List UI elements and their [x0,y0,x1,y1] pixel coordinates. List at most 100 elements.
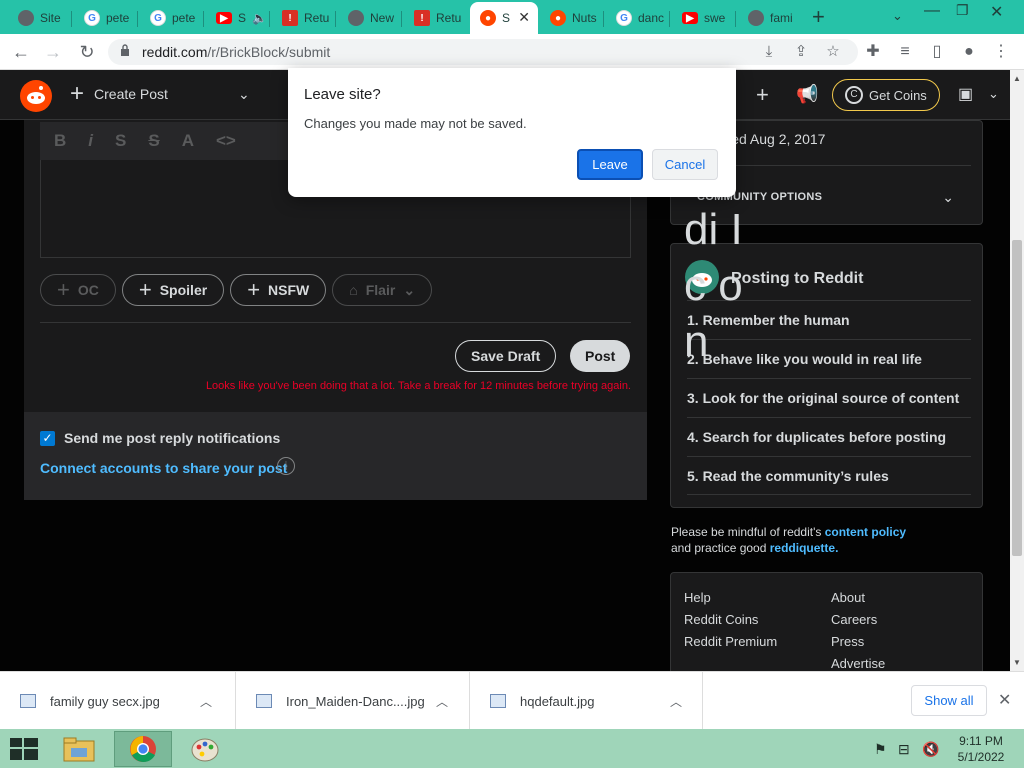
posting-to-reddit-title: Posting to Reddit [731,270,864,287]
tab[interactable]: fami [738,4,802,32]
reddiquette-link[interactable]: reddiquette. [770,541,839,555]
tab[interactable]: ● Nuts [540,4,604,32]
save-draft-button[interactable]: Save Draft [455,340,557,372]
network-icon[interactable]: ⊟ [898,741,910,758]
download-item[interactable]: hqdefault.jpg ︿ [470,672,703,730]
scroll-up-icon[interactable]: ▲ [1013,74,1021,83]
tag-icon: ⌂ [349,282,358,298]
system-clock[interactable]: 9:11 PM 5/1/2022 [955,733,1007,765]
bold-icon[interactable]: B [54,131,66,151]
minimize-icon[interactable]: — [924,2,940,20]
speaker-icon: 🔈 [252,11,267,25]
download-item[interactable]: Iron_Maiden-Danc....jpg ︿ [236,672,470,730]
chevron-up-icon[interactable]: ︿ [436,693,448,710]
return-icon: ! [282,10,298,26]
footer-link[interactable]: Press [831,631,885,653]
install-icon[interactable]: ⤓ [758,41,780,63]
tab[interactable]: ! Retu [272,4,336,32]
chrome-icon [748,10,764,26]
reddit-icon: ● [550,10,566,26]
nsfw-button[interactable]: + NSFW [230,274,327,306]
forward-icon[interactable]: → [42,41,64,63]
info-icon[interactable]: i [277,457,295,475]
get-coins-button[interactable]: C Get Coins [832,79,940,111]
footer-link[interactable]: Careers [831,609,885,631]
cancel-button[interactable]: Cancel [652,149,718,180]
file-explorer-icon[interactable] [50,731,108,767]
close-tab-icon[interactable]: ✕ [518,9,530,26]
page-scrollbar[interactable]: ▲ ▼ [1010,70,1024,671]
reddit-logo-icon[interactable] [20,80,52,112]
scrollbar-thumb[interactable] [1012,240,1022,556]
windows-start-icon[interactable] [10,738,38,760]
chrome-icon [18,10,34,26]
spoiler-button[interactable]: + Spoiler [121,274,225,306]
footer-link[interactable]: Reddit Coins [684,609,777,631]
tab[interactable]: ! Retu [404,4,468,32]
bookmark-star-icon[interactable]: ☆ [822,41,844,63]
back-icon[interactable]: ← [10,41,32,63]
extensions-icon[interactable]: ✚ [862,41,884,63]
strikethrough-icon[interactable]: S [148,131,159,151]
reload-icon[interactable]: ↻ [76,41,98,63]
tab-label: swe [704,11,726,25]
tab-active[interactable]: ● S ✕ [470,2,538,34]
new-tab-icon[interactable]: + [812,4,825,30]
restore-icon[interactable]: ❐ [956,2,969,19]
plus-icon: + [138,277,152,302]
close-icon[interactable]: ✕ [998,690,1011,710]
rule-item: 5. Read the community’s rules [687,456,971,495]
chevron-down-icon: ⌄ [237,85,250,102]
download-filename: family guy secx.jpg [50,693,160,709]
show-all-button[interactable]: Show all [911,685,987,716]
footer-link[interactable]: About [831,587,885,609]
footer-link[interactable]: Help [684,587,777,609]
tab[interactable]: New [338,4,402,32]
flair-button[interactable]: ⌂ Flair ⌄ [332,274,433,306]
google-icon: G [150,10,166,26]
share-icon[interactable]: ⇪ [790,41,812,63]
tab[interactable]: G danc [606,4,670,32]
leave-button[interactable]: Leave [577,149,643,180]
media-icon[interactable]: ≡ [894,41,916,63]
oc-button[interactable]: + OC [40,274,116,306]
connect-accounts-link[interactable]: Connect accounts to share your post [40,460,287,476]
create-post-dropdown[interactable]: + Create Post ⌄ [70,82,250,106]
divider [40,322,631,323]
advertise-megaphone-icon[interactable]: 📢 [796,84,818,105]
sidepanel-icon[interactable]: ▯ [926,41,948,63]
paint-icon[interactable] [176,731,234,767]
footer-link[interactable]: Reddit Premium [684,631,777,653]
tab[interactable]: ▶ S 🔈 [206,4,270,32]
close-window-icon[interactable]: ✕ [990,2,1003,22]
tab-search-icon[interactable]: ⌄ [892,8,903,24]
link-icon[interactable]: S [115,131,126,151]
menu-icon[interactable]: ⋮ [990,41,1012,63]
tab[interactable]: Site [8,4,72,32]
browser-toolbar: ← → ↻ reddit.com/r/BrickBlock/submit ⤓ ⇪… [0,34,1024,70]
chrome-taskbar-icon[interactable] [114,731,172,767]
superscript-icon[interactable]: A [182,131,194,151]
avatar[interactable]: ▣ [958,84,973,104]
chevron-down-icon[interactable]: ⌄ [942,189,954,206]
tab-label: danc [638,11,665,25]
address-bar[interactable]: reddit.com/r/BrickBlock/submit ⤓ ⇪ ☆ [108,39,858,65]
content-policy-link[interactable]: content policy [825,525,906,539]
code-icon[interactable]: <> [216,131,236,151]
italic-icon[interactable]: i [88,131,93,151]
download-item[interactable]: family guy secx.jpg ︿ [0,672,236,730]
network-error-icon[interactable]: ⚑ [874,741,887,758]
scroll-down-icon[interactable]: ▼ [1013,658,1021,667]
chevron-up-icon[interactable]: ︿ [200,693,212,710]
tab[interactable]: ▶ swe [672,4,736,32]
plus-icon[interactable]: + [756,82,769,108]
profile-icon[interactable]: ● [958,41,980,63]
chevron-up-icon[interactable]: ︿ [670,693,682,710]
post-button[interactable]: Post [570,340,631,372]
tab[interactable]: G pete [74,4,138,32]
volume-muted-icon[interactable]: 🔇 [922,741,939,758]
tab[interactable]: G pete [140,4,204,32]
chevron-down-icon[interactable]: ⌄ [988,86,999,102]
notifications-checkbox[interactable]: ✓ [40,431,55,446]
download-filename: hqdefault.jpg [520,693,595,709]
